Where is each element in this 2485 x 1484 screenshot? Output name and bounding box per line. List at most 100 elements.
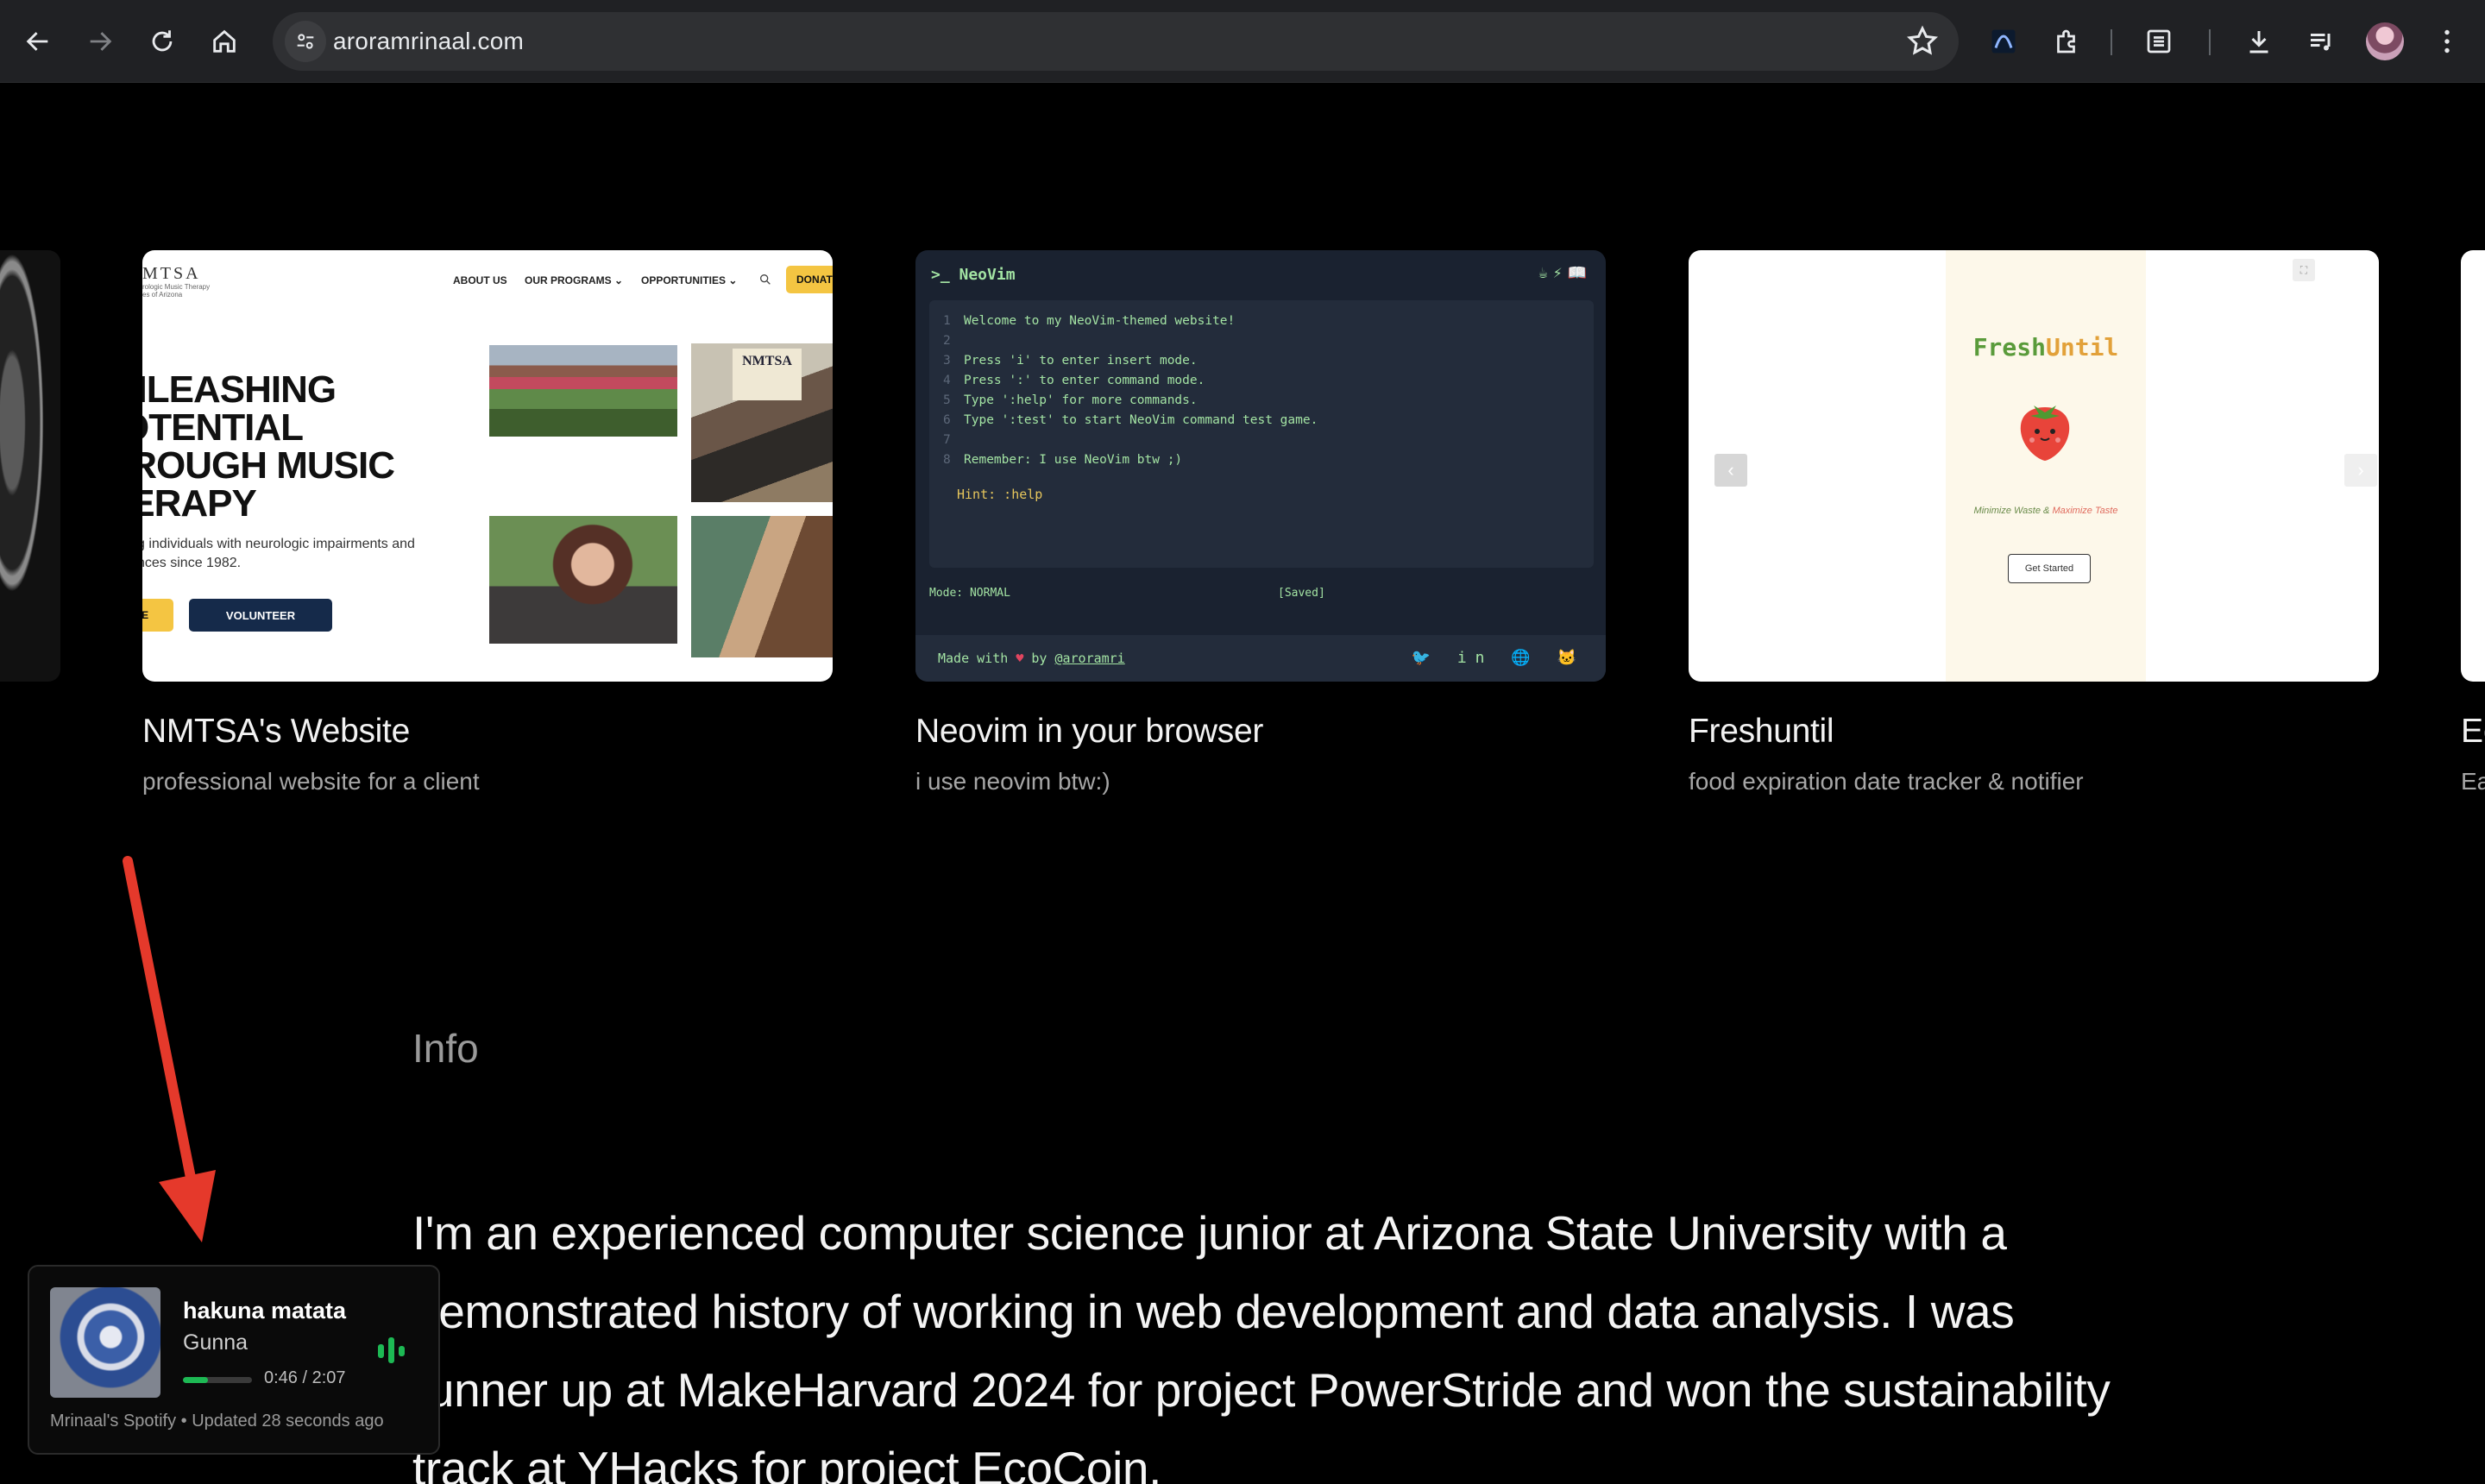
headline-line: OTENTIAL [142,406,304,449]
playback-time: 0:46 / 2:07 [264,1368,346,1387]
project-card-previous-partial[interactable] [0,250,60,682]
project-title[interactable]: Neovim in your browser [915,713,1263,751]
artist-name: Gunna [183,1330,248,1355]
extension-app-icon[interactable] [1983,21,2024,62]
bookmark-star-icon[interactable] [1905,24,1940,59]
editor-line: 3 Press 'i' to enter insert mode. [943,354,1198,368]
album-art [50,1287,160,1398]
download-icon[interactable] [2238,21,2280,62]
address-bar[interactable]: aroramrinaal.com [273,12,1959,71]
media-control-icon[interactable] [2300,21,2342,62]
portrait-photo [489,516,677,644]
nmtsa-search-icon [758,273,772,291]
reading-list-icon[interactable] [2138,21,2180,62]
project-description: Ea [2461,768,2485,795]
neovim-footer: Made with ♥ by @aroramri 🐦 in 🌐 🐱 [915,635,1606,682]
freshuntil-tagline: Minimize Waste & Maximize Taste [1946,506,2146,516]
fullscreen-icon[interactable]: ⛶ [2293,259,2315,281]
puzzle-icon[interactable] [2047,21,2088,62]
editor-line: 6 Type ':test' to start NeoVim command te… [943,413,1318,427]
neovim-editor: 1 Welcome to my NeoVim-themed website! 2 … [929,300,1594,568]
carousel-next-icon[interactable]: › [2344,454,2377,487]
info-heading: Info [412,1026,479,1071]
nmtsa-nav-opportunities: OPPORTUNITIES ⌄ [641,274,738,286]
line-text: Press 'i' to enter insert mode. [964,354,1198,368]
line-number: 5 [943,393,951,407]
equalizer-icon [378,1337,405,1363]
tagline-part: Minimize Waste & [1973,506,2050,516]
carousel-prev-icon[interactable]: ‹ [1714,454,1747,487]
line-text: Remember: I use NeoVim btw ;) [964,453,1183,467]
editor-line: 5 Type ':help' for more commands. [943,393,1198,407]
project-description: professional website for a client [142,768,480,795]
line-text: Type ':test' to start NeoVim command tes… [964,413,1318,427]
editor-line: 4 Press ':' to enter command mode. [943,374,1205,387]
neovim-header-icons: ☕⚡📖 [1538,264,1592,282]
project-title[interactable]: NMTSA's Website [142,713,410,751]
made-with-text: Made with ♥ by @aroramri [938,651,1125,666]
strawberry-icon [2020,406,2070,461]
forward-icon[interactable] [79,21,121,62]
browser-toolbar: aroramrinaal.com [0,0,2485,83]
info-paragraph: I'm an experienced computer science juni… [412,1206,2111,1484]
made-with-label: Made with [938,651,1009,666]
toolbar-divider [2209,29,2211,55]
line-number: 6 [943,413,951,427]
nmtsa-subtext: g individuals with neurologic impairment… [142,537,415,570]
project-card-nmtsa-preview[interactable]: MTSA rologic Music Therapy es of Arizona… [142,250,833,682]
freshuntil-logo: FreshUntil [1946,333,2146,362]
line-text: Welcome to my NeoVim-themed website! [964,314,1236,328]
get-started-button: Get Started [2008,554,2091,583]
tagline-part: Maximize Taste [2052,506,2118,516]
line-number: 2 [943,334,951,348]
neovim-mode: Mode: NORMAL [929,587,1010,600]
by-label: by [1031,651,1047,666]
nmtsa-headline: NLEASHING OTENTIAL IROUGH MUSIC IERAPY [142,368,395,525]
nmtsa-donate-cta: ATE [142,599,173,632]
red-arrow-annotation [123,856,216,1242]
editor-line: 7 [943,433,964,447]
editor-line: 1 Welcome to my NeoVim-themed website! [943,314,1235,328]
line-number: 4 [943,374,951,387]
back-icon[interactable] [17,21,59,62]
project-card-neovim-preview[interactable]: >_ NeoVim ☕⚡📖 1 Welcome to my NeoVim-them… [915,250,1606,682]
line-number: 1 [943,314,951,328]
project-title[interactable]: Freshuntil [1689,713,1834,751]
heart-icon: ♥ [1016,651,1024,666]
playback-progress-bar [183,1377,252,1383]
headline-line: IROUGH MUSIC [142,444,395,487]
playback-progress-fill [183,1377,208,1383]
line-number: 8 [943,453,951,467]
project-card-freshuntil-preview[interactable]: FreshUntil Minimize Waste & Maximize Tas… [1689,250,2379,682]
profile-avatar[interactable] [2366,22,2404,60]
freshuntil-hero: FreshUntil Minimize Waste & Maximize Tas… [1946,250,2146,682]
neovim-saved-status: [Saved] [1278,587,1325,600]
line-text: Type ':help' for more commands. [964,393,1198,407]
nmtsa-donate-button: DONAT [786,266,833,293]
project-card-next-partial[interactable] [2461,250,2485,682]
nmtsa-nav-about: ABOUT US [453,274,507,286]
brand-until: Until [2046,333,2119,362]
spotify-footer: Mrinaal's Spotify • Updated 28 seconds a… [50,1412,384,1431]
project-description: food expiration date tracker & notifier [1689,768,2084,795]
group-photo [489,345,677,437]
neovim-hint: Hint: :help [957,487,1043,502]
home-icon[interactable] [204,21,245,62]
project-description: i use neovim btw:) [915,768,1110,795]
spotify-now-playing-widget[interactable]: hakuna matata Gunna 0:46 / 2:07 Mrinaal'… [28,1265,440,1455]
neovim-header: >_ NeoVim [931,266,1016,284]
project-title[interactable]: Ec [2461,713,2485,751]
site-settings-icon[interactable] [285,21,326,62]
line-text: Press ':' to enter command mode. [964,374,1205,387]
url-text[interactable]: aroramrinaal.com [333,28,524,55]
nmtsa-logo: MTSA [142,264,201,283]
editor-line: 8 Remember: I use NeoVim btw ;) [943,453,1182,467]
nmtsa-volunteer-button: VOLUNTEER [189,599,332,632]
music-circle-photo: NMTSA [691,343,833,502]
nmtsa-nav-programs: OUR PROGRAMS ⌄ [525,274,624,286]
kebab-menu-icon[interactable] [2426,21,2468,62]
headline-line: NLEASHING [142,368,337,411]
headline-line: IERAPY [142,482,257,525]
reload-icon[interactable] [142,21,183,62]
song-title: hakuna matata [183,1298,347,1324]
